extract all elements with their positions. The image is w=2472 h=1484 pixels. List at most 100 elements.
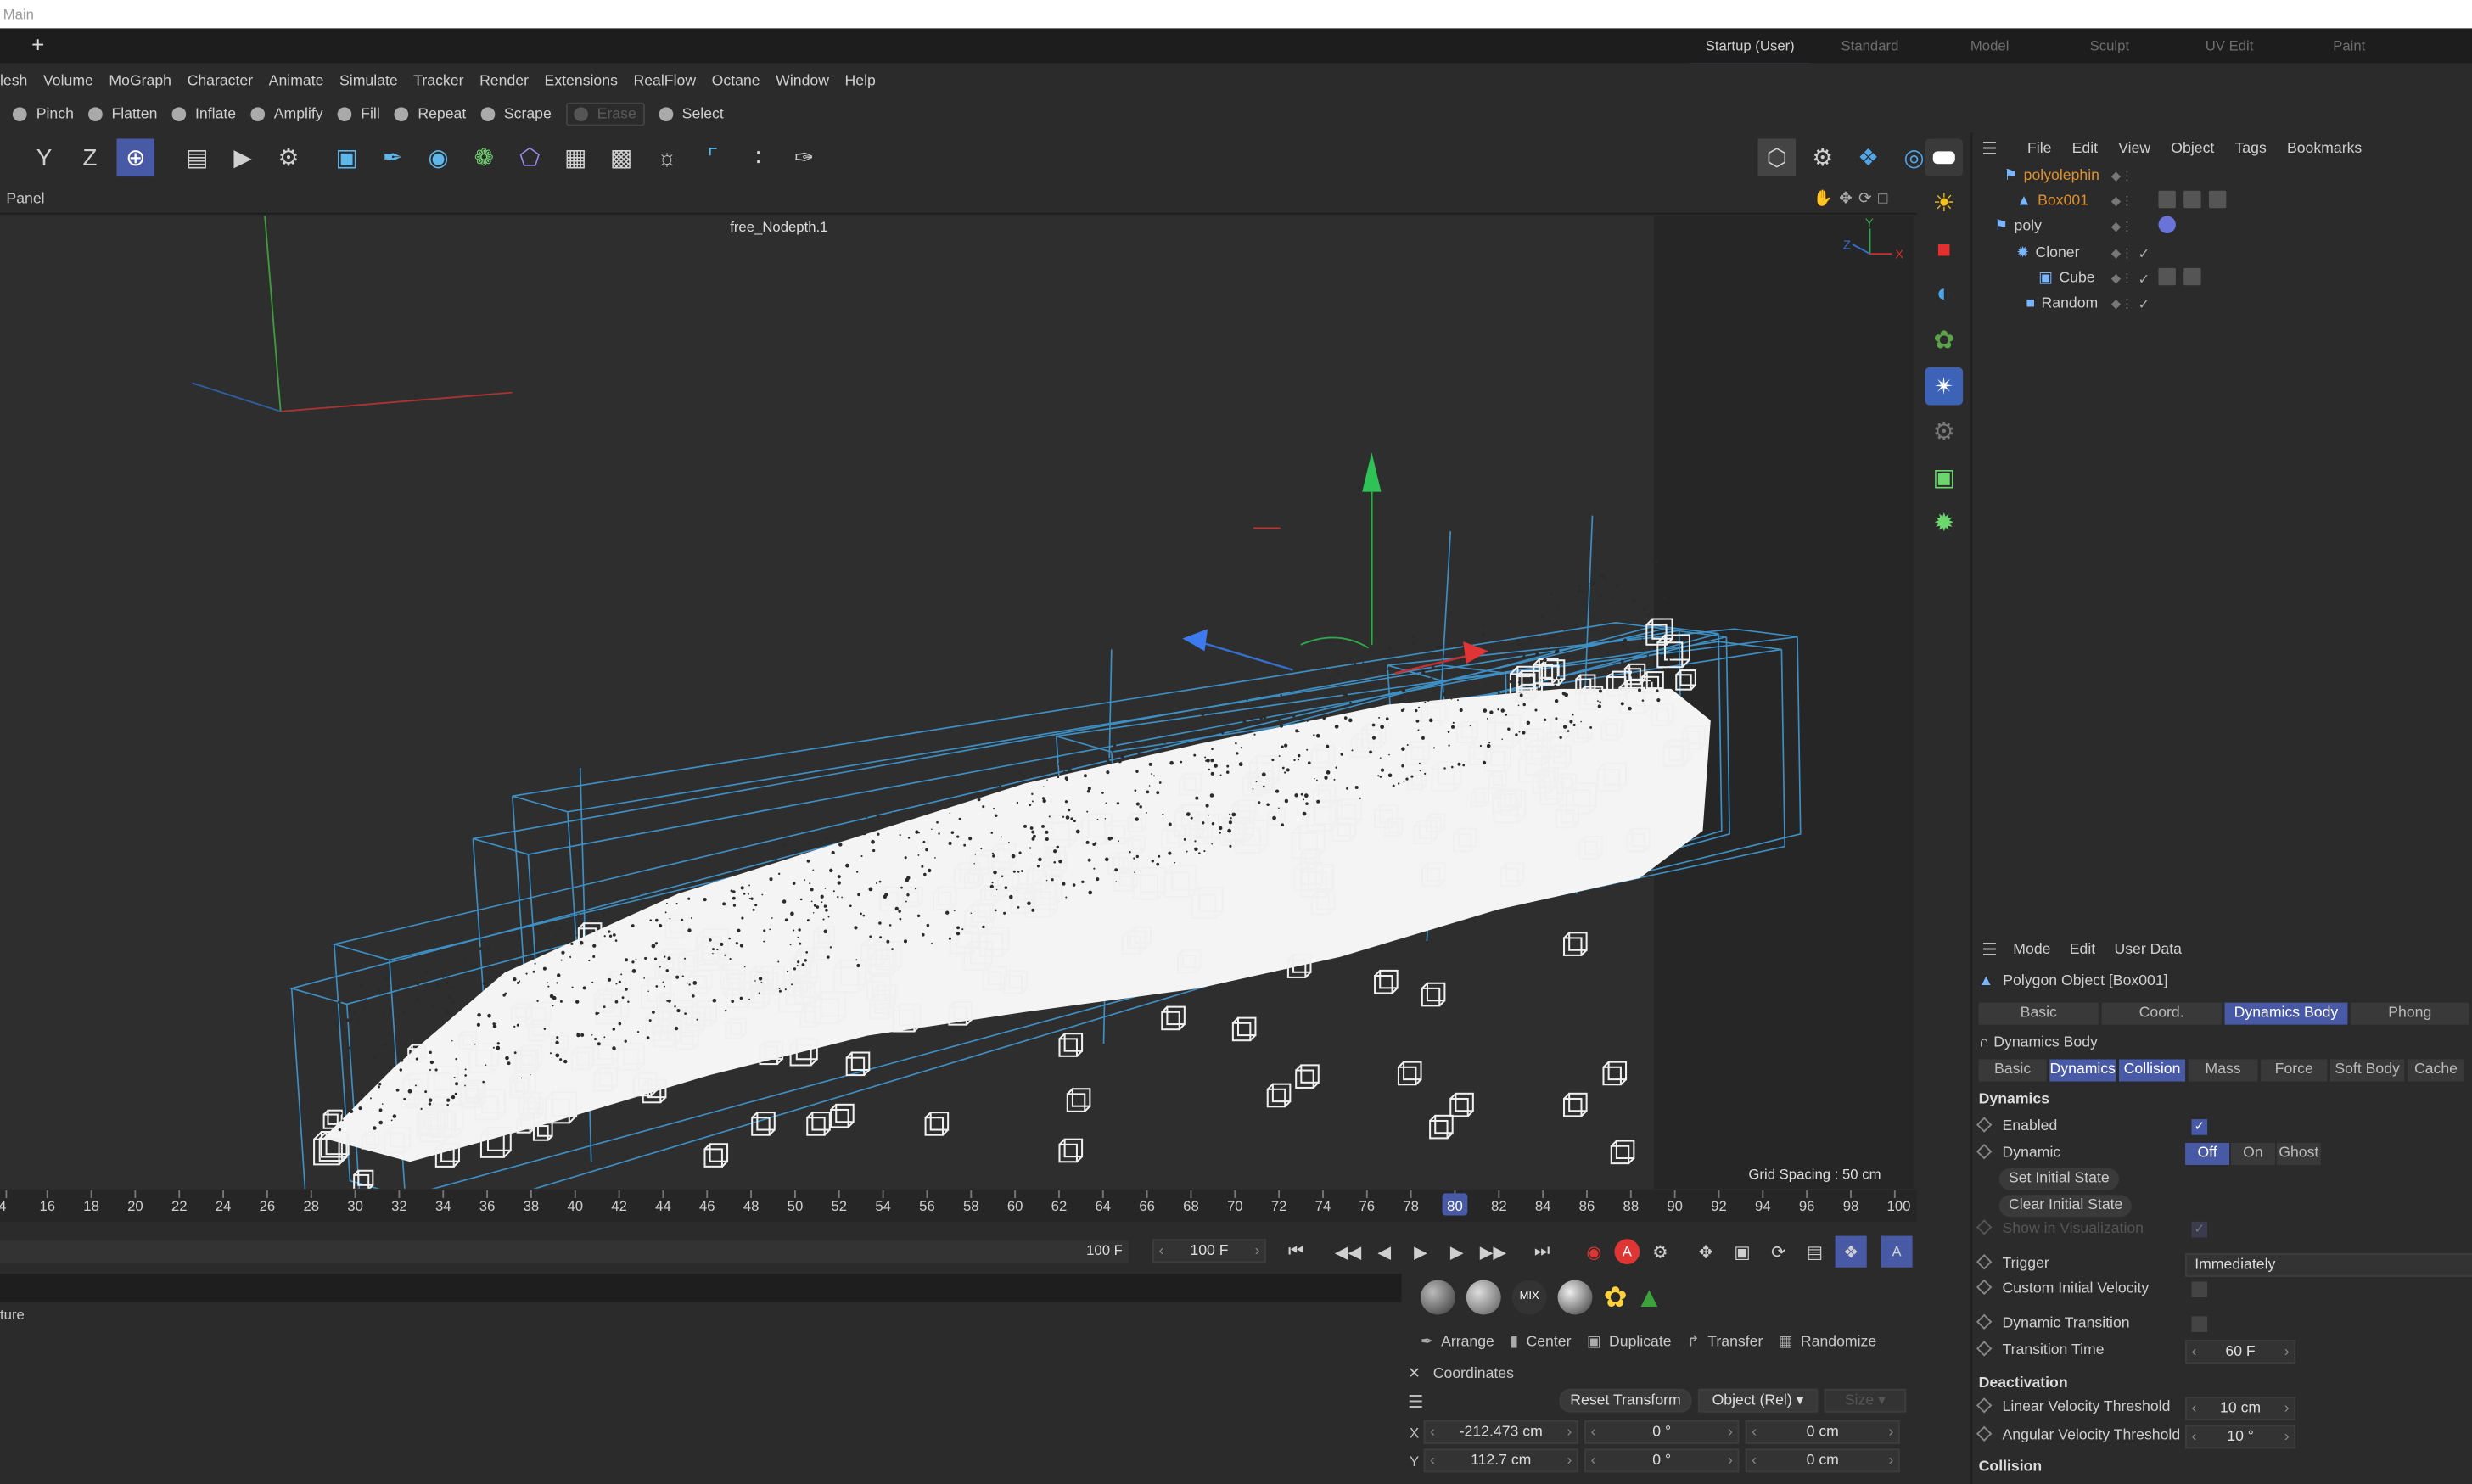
attribute-tab[interactable]: Coord. xyxy=(2101,1002,2222,1025)
attribute-tab[interactable]: Basic xyxy=(1978,1002,2099,1025)
reset-transform-button[interactable]: Reset Transform xyxy=(1559,1388,1692,1413)
layout-tab[interactable]: UV Edit xyxy=(2169,28,2289,63)
menu-item[interactable]: MoGraph xyxy=(109,72,171,89)
camera-icon[interactable]: ▩ xyxy=(603,138,641,176)
floor-grid-icon[interactable]: ▦ xyxy=(557,138,595,176)
material-tool-button[interactable]: ✒ Arrange xyxy=(1421,1334,1494,1351)
light-icon[interactable]: ☼ xyxy=(648,138,687,176)
clear-initial-state-button[interactable]: Clear Initial State xyxy=(1998,1195,2133,1218)
next-key-icon[interactable]: ▶▶ xyxy=(1477,1236,1509,1268)
sculpt-tool-button[interactable]: Pinch xyxy=(12,105,74,122)
subdivision-icon[interactable]: ◉ xyxy=(419,138,457,176)
render-settings-icon[interactable]: ⚙ xyxy=(270,138,308,176)
coordinate-y-field[interactable]: ‹ 112.7 cm › xyxy=(1423,1448,1578,1473)
render-region-icon[interactable]: ▤ xyxy=(178,138,216,176)
layout-tab[interactable]: Sculpt xyxy=(2049,28,2169,63)
object-tree-item[interactable]: ⚑ polyolephin ◆⋮ xyxy=(2004,164,2133,189)
coordinate-x-field[interactable]: ‹ 0 cm › xyxy=(1745,1420,1900,1444)
object-tag-icon[interactable] xyxy=(2208,190,2227,209)
dynamic-option[interactable]: Ghost xyxy=(2276,1142,2321,1165)
object-tree-item[interactable]: ▲ Box001 ◆⋮ xyxy=(2016,189,2133,215)
axis-icon[interactable]: ⌜ xyxy=(693,138,732,176)
sculpt-tool-button[interactable]: Fill xyxy=(337,105,380,122)
menu-item[interactable]: lesh xyxy=(0,72,27,89)
animate-keyframe-icon[interactable] xyxy=(1976,1341,1993,1357)
dynamic-option[interactable]: On xyxy=(2230,1142,2275,1165)
menu-item[interactable]: Extensions xyxy=(545,72,618,89)
visibility-dots-icon[interactable]: ◆⋮ xyxy=(2111,292,2133,317)
record-icon[interactable]: ◉ xyxy=(1578,1236,1610,1268)
sculpt-tool-button[interactable]: Flatten xyxy=(87,105,157,122)
animate-keyframe-icon[interactable] xyxy=(1976,1143,1993,1160)
prev-frame-icon[interactable]: ◀ xyxy=(1369,1236,1400,1268)
custom-velocity-checkbox[interactable] xyxy=(2191,1281,2208,1298)
menu-item[interactable]: Character xyxy=(188,72,254,89)
enabled-check-icon[interactable]: ✓ xyxy=(2138,266,2150,292)
menu-item[interactable]: Help xyxy=(845,72,876,89)
dynamics-subtab[interactable]: Basic xyxy=(1978,1059,2047,1082)
material-swatch[interactable] xyxy=(1557,1280,1593,1315)
dots-icon[interactable]: ∶ xyxy=(739,138,777,176)
om-hamburger-icon[interactable]: ☰ xyxy=(1982,138,1997,158)
add-tab-icon[interactable]: + xyxy=(31,31,44,57)
layout-tab[interactable]: Paint xyxy=(2290,28,2409,63)
material-tool-button[interactable]: ▮ Center xyxy=(1510,1334,1571,1351)
y-axis-toggle[interactable]: Y xyxy=(25,138,64,176)
autokey-icon[interactable]: A xyxy=(1614,1239,1640,1265)
octane-toggle-icon[interactable] xyxy=(1925,138,1964,177)
dynamics-subtab[interactable]: Force xyxy=(2261,1059,2328,1082)
object-tag-icon[interactable] xyxy=(2158,267,2176,286)
sun-icon[interactable]: ☀ xyxy=(1925,184,1963,222)
octane-settings-icon[interactable]: ⚙ xyxy=(1925,413,1963,451)
animate-keyframe-icon[interactable] xyxy=(1976,1279,1993,1296)
dynamics-subtab[interactable]: Soft Body xyxy=(2329,1059,2405,1082)
material-swatch[interactable] xyxy=(1466,1280,1501,1315)
deformer-icon[interactable]: ⬠ xyxy=(511,138,549,176)
linear-threshold-field[interactable]: ‹ 10 cm › xyxy=(2185,1397,2296,1420)
material-swatch[interactable] xyxy=(1420,1280,1455,1315)
key-param-icon[interactable]: ▤ xyxy=(1799,1236,1830,1268)
octane-cube-icon[interactable]: ▣ xyxy=(1925,459,1963,497)
layout-tab[interactable]: Standard xyxy=(1810,28,1930,63)
coordinate-y-field[interactable]: ‹ 0 cm › xyxy=(1745,1448,1900,1473)
play-icon[interactable]: ▶ xyxy=(1404,1236,1436,1268)
key-pla-icon[interactable]: ❖ xyxy=(1835,1235,1867,1268)
settings-gear-icon[interactable]: ⚙ xyxy=(1803,138,1841,176)
octane-camera-icon[interactable]: ■ xyxy=(1925,230,1963,268)
object-tag-icon[interactable] xyxy=(2158,190,2176,209)
menu-item[interactable]: Octane xyxy=(712,72,760,89)
visibility-dots-icon[interactable]: ◆⋮ xyxy=(2111,241,2133,266)
coordinate-mode-dropdown[interactable]: Object (Rel) ▾ xyxy=(1697,1388,1819,1413)
dynamics-subtab[interactable]: Collision xyxy=(2119,1059,2186,1082)
material-tool-button[interactable]: ▣ Duplicate xyxy=(1587,1334,1672,1351)
om-menu-item[interactable]: Tags xyxy=(2234,139,2266,156)
visibility-dots-icon[interactable]: ◆⋮ xyxy=(2111,215,2133,240)
animate-keyframe-icon[interactable] xyxy=(1976,1425,1993,1442)
om-menu-item[interactable]: Object xyxy=(2171,139,2214,156)
object-tree-item[interactable]: ▣ Cube ◆⋮ ✓ xyxy=(2038,266,2150,292)
tree-material-icon[interactable]: ▲ xyxy=(1635,1281,1663,1314)
menu-item[interactable]: Tracker xyxy=(413,72,463,89)
coordinate-x-field[interactable]: ‹ -212.473 cm › xyxy=(1423,1420,1578,1444)
sculpt-tool-button[interactable]: Select xyxy=(658,105,724,122)
transition-time-field[interactable]: ‹ 60 F › xyxy=(2185,1340,2296,1364)
panel-menu[interactable]: Panel xyxy=(6,191,44,208)
snap-icon[interactable]: ❖ xyxy=(1849,138,1887,176)
am-menu-item[interactable]: User Data xyxy=(2114,941,2181,958)
x-axis-toggle[interactable]: ​ xyxy=(0,138,13,176)
sculpt-tool-button[interactable]: Erase xyxy=(565,101,645,126)
octane-gear-green-icon[interactable]: ✹ xyxy=(1925,505,1963,543)
am-menu-item[interactable]: Edit xyxy=(2070,941,2095,958)
octane-half-icon[interactable]: ◐ xyxy=(1925,276,1963,314)
object-tree-item[interactable]: ■ Random ◆⋮ ✓ xyxy=(2026,292,2150,317)
layout-tab[interactable]: Model xyxy=(1930,28,2049,63)
sculpt-tool-button[interactable]: Repeat xyxy=(394,105,466,122)
octane-logo-icon[interactable]: ✴ xyxy=(1925,367,1964,406)
om-menu-item[interactable]: File xyxy=(2027,139,2051,156)
cloner-icon[interactable]: ❁ xyxy=(465,138,503,176)
coordinate-x-field[interactable]: ‹ 0 ° › xyxy=(1584,1420,1740,1444)
animate-keyframe-icon[interactable] xyxy=(1976,1397,1993,1414)
enabled-checkbox[interactable]: ✓ xyxy=(2191,1119,2208,1135)
object-tree-item[interactable]: ✹ Cloner ◆⋮ ✓ xyxy=(2016,241,2150,266)
coordinate-y-field[interactable]: ‹ 0 ° › xyxy=(1584,1448,1740,1473)
